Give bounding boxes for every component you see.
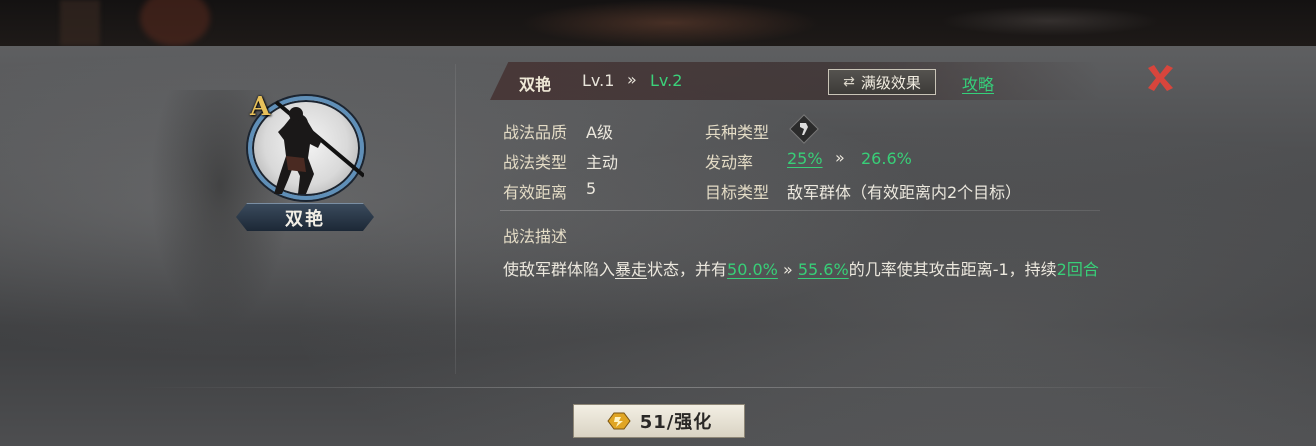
close-button[interactable] xyxy=(1144,62,1176,94)
skill-type-value: 主动 xyxy=(586,153,619,172)
trigger-rate-arrow: » xyxy=(835,148,845,167)
level-current: Lv.1 xyxy=(582,71,615,90)
vertical-divider xyxy=(455,64,456,374)
enhance-icon xyxy=(607,412,631,430)
max-effect-label: 满级效果 xyxy=(860,73,921,92)
description-title: 战法描述 xyxy=(503,227,568,246)
description-text: 使敌军群体陷入暴走状态，并有50.0% » 55.6%的几率使其攻击距离-1，持… xyxy=(503,257,1108,282)
trigger-rate-next: 26.6% xyxy=(861,149,912,168)
skill-title: 双艳 xyxy=(519,75,552,94)
level-next: Lv.2 xyxy=(650,71,683,90)
quality-badge: A xyxy=(250,92,271,122)
status-keyword[interactable]: 暴走 xyxy=(615,260,647,279)
swap-icon: ⇄ xyxy=(843,74,855,90)
troop-type-icon xyxy=(789,114,819,144)
top-bar-blur xyxy=(940,6,1160,36)
troop-type-label: 兵种类型 xyxy=(705,123,770,142)
description-divider xyxy=(500,210,1100,211)
top-bar-blur xyxy=(140,0,210,46)
range-value: 5 xyxy=(586,179,597,198)
quality-value: A级 xyxy=(586,123,613,142)
target-type-label: 目标类型 xyxy=(705,183,770,202)
quality-label: 战法品质 xyxy=(503,123,568,142)
top-bar-blur xyxy=(520,0,820,46)
trigger-rate-current: 25% xyxy=(787,149,823,168)
enhance-button[interactable]: 51/强化 xyxy=(573,404,745,438)
description-part: 状态，并有 xyxy=(647,260,728,279)
skill-type-label: 战法类型 xyxy=(503,153,568,172)
rate-next: 55.6% xyxy=(797,260,849,279)
description-part: 使敌军群体陷入 xyxy=(503,260,616,279)
level-arrow: » xyxy=(627,70,637,89)
range-label: 有效距离 xyxy=(503,183,568,202)
rate-arrow: » xyxy=(782,260,793,279)
description-part: 的几率使其攻击距离-1，持续 xyxy=(848,260,1057,279)
top-bar-background xyxy=(0,0,1316,46)
trigger-rate-label: 发动率 xyxy=(705,153,754,172)
guide-link[interactable]: 攻略 xyxy=(962,71,994,95)
max-effect-button[interactable]: ⇄ 满级效果 xyxy=(828,69,936,95)
close-icon xyxy=(1148,65,1173,91)
skill-name-plate: 双艳 xyxy=(236,203,374,231)
duration-value: 2回合 xyxy=(1056,260,1099,279)
rate-current: 50.0% xyxy=(727,260,778,279)
bottom-divider xyxy=(140,387,1180,388)
target-type-value: 敌军群体（有效距离内2个目标） xyxy=(787,183,1022,202)
enhance-label: 51/强化 xyxy=(639,412,713,433)
top-bar-blur xyxy=(60,0,100,46)
